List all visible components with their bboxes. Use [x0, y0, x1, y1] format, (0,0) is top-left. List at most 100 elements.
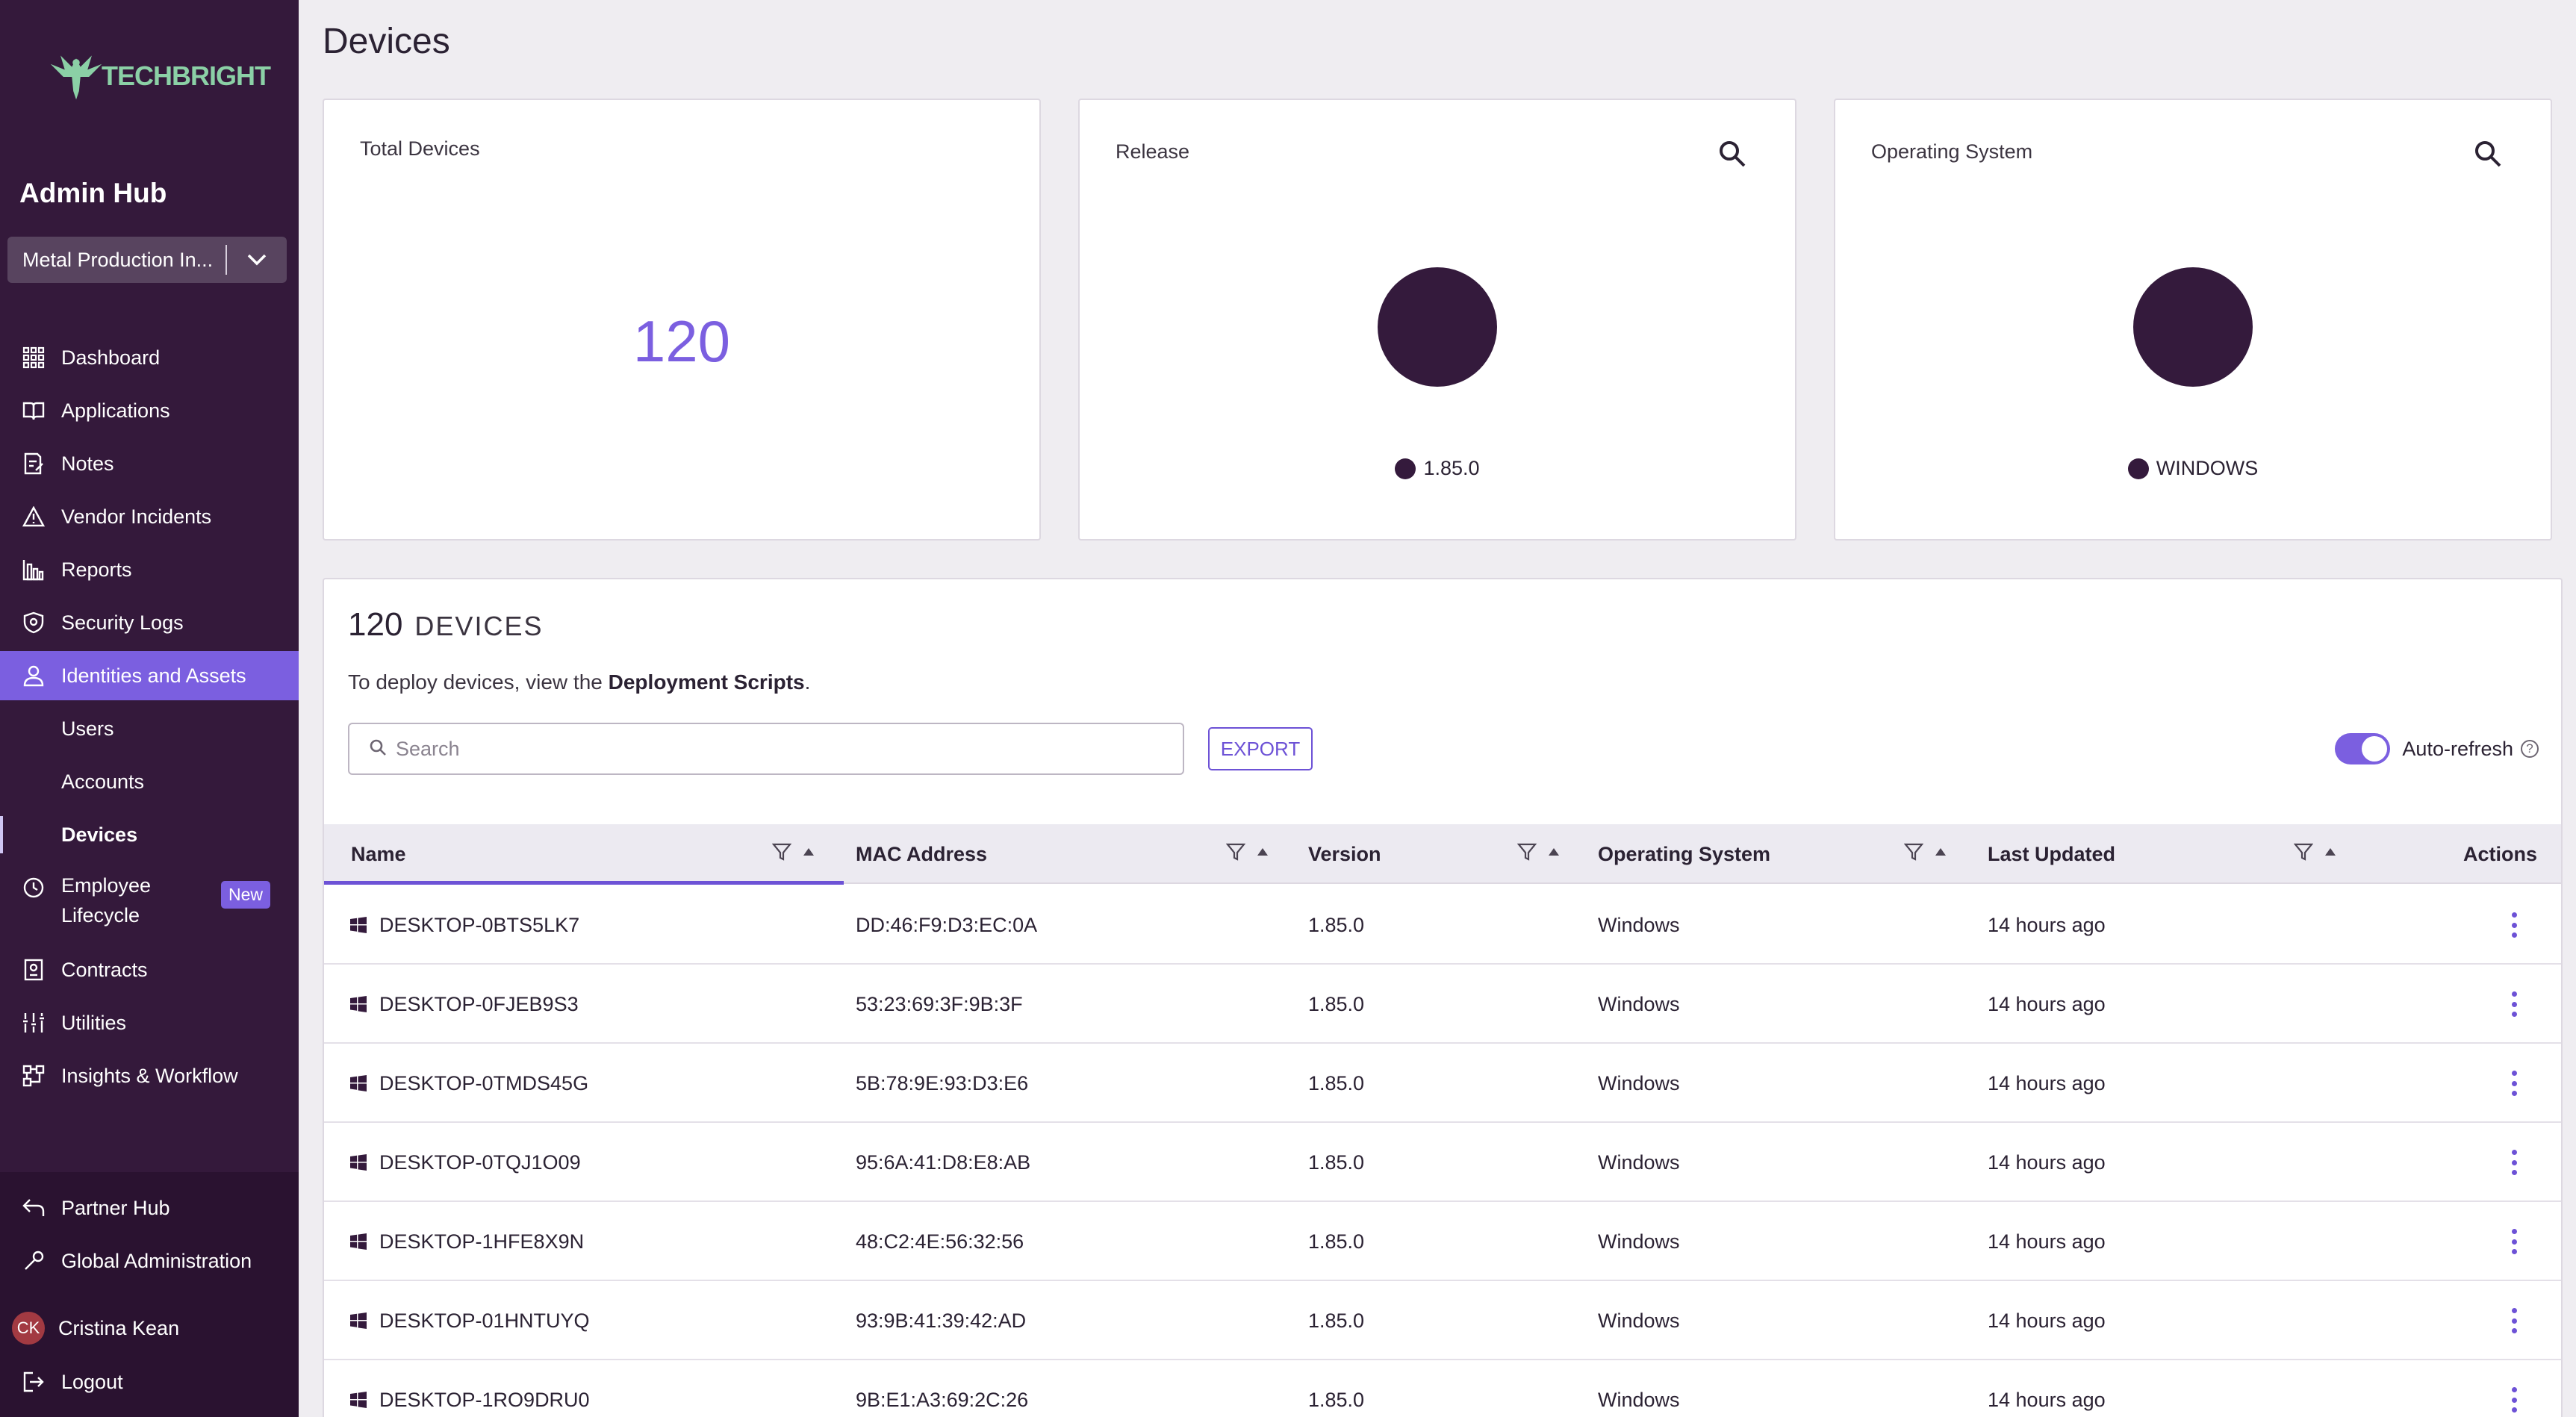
avatar: CK — [12, 1312, 45, 1345]
legend-label: 1.85.0 — [1423, 457, 1480, 479]
table-row[interactable]: DESKTOP-0BTS5LK7 DD:46:F9:D3:EC:0A 1.85.0 W… — [324, 885, 2561, 965]
column-header-version[interactable]: Version — [1308, 824, 1381, 884]
search-icon[interactable] — [1717, 139, 1747, 169]
devices-count-heading: 120 DEVICES — [348, 606, 543, 644]
sidebar-item-applications[interactable]: Applications — [0, 386, 299, 435]
devices-panel: 120 DEVICES To deploy devices, view the … — [323, 578, 2563, 1417]
filter-icon[interactable] — [771, 842, 792, 865]
device-name-cell[interactable]: DESKTOP-1HFE8X9N — [349, 1202, 584, 1281]
sidebar-item-label: Employee Lifecycle — [61, 871, 151, 930]
version-cell: 1.85.0 — [1308, 1309, 1365, 1332]
table-row[interactable]: DESKTOP-1RO9DRU0 9B:E1:A3:69:2C:26 1.85.0 W… — [324, 1360, 2561, 1417]
table-row[interactable]: DESKTOP-0TMDS45G 5B:78:9E:93:D3:E6 1.85.0 W… — [324, 1044, 2561, 1123]
sidebar-subitem-accounts[interactable]: Accounts — [0, 757, 299, 806]
windows-icon — [349, 1153, 367, 1171]
sidebar-item-contracts[interactable]: Contracts — [0, 945, 299, 994]
auto-refresh-label: Auto-refresh — [2402, 737, 2513, 760]
device-name-cell[interactable]: DESKTOP-0TQJ1O09 — [349, 1123, 581, 1202]
sort-up-icon[interactable] — [1256, 847, 1269, 861]
release-pie-chart[interactable] — [1378, 267, 1497, 387]
more-actions-icon[interactable] — [2510, 1229, 2518, 1254]
logout-icon — [21, 1369, 46, 1395]
windows-icon — [349, 1391, 367, 1409]
sidebar-item-insights-workflow[interactable]: Insights & Workflow — [0, 1051, 299, 1100]
last-updated-cell: 14 hours ago — [1988, 1388, 2106, 1411]
deploy-hint: To deploy devices, view the Deployment S… — [348, 670, 810, 694]
export-button[interactable]: EXPORT — [1208, 727, 1313, 770]
device-name-cell[interactable]: DESKTOP-01HNTUYQ — [349, 1281, 590, 1360]
chevron-down-icon[interactable] — [227, 253, 287, 267]
sidebar-item-notes[interactable]: Notes — [0, 439, 299, 488]
techbright-logo[interactable]: TECHBRIGHT — [46, 46, 271, 106]
help-icon[interactable]: ? — [2521, 740, 2539, 758]
back-arrow-icon — [21, 1195, 46, 1221]
sidebar: TECHBRIGHT Admin Hub Metal Production In… — [0, 0, 299, 1417]
more-actions-icon[interactable] — [2510, 1071, 2518, 1096]
search-input[interactable] — [394, 736, 1144, 762]
sidebar-item-label: Vendor Incidents — [61, 505, 212, 528]
deployment-scripts-link[interactable]: Deployment Scripts — [609, 670, 805, 694]
table-row[interactable]: DESKTOP-0TQJ1O09 95:6A:41:D8:E8:AB 1.85.0 W… — [324, 1123, 2561, 1202]
partner-hub-link[interactable]: Partner Hub — [0, 1183, 299, 1233]
column-tools-version — [1516, 842, 1561, 865]
device-name-cell[interactable]: DESKTOP-0BTS5LK7 — [349, 885, 579, 965]
sort-up-icon[interactable] — [2324, 847, 2337, 861]
more-actions-icon[interactable] — [2510, 912, 2518, 938]
device-name-cell[interactable]: DESKTOP-0TMDS45G — [349, 1044, 588, 1123]
legend-dot — [2127, 458, 2149, 479]
search-field[interactable] — [348, 723, 1184, 775]
logout-link[interactable]: Logout — [0, 1357, 299, 1407]
device-name-cell[interactable]: DESKTOP-0FJEB9S3 — [349, 965, 579, 1044]
sidebar-item-label: Security Logs — [61, 611, 184, 634]
sort-up-icon[interactable] — [1547, 847, 1561, 861]
version-cell: 1.85.0 — [1308, 992, 1365, 1015]
sidebar-item-reports[interactable]: Reports — [0, 545, 299, 594]
sidebar-subitem-label: Users — [61, 717, 114, 740]
table-row[interactable]: DESKTOP-0FJEB9S3 53:23:69:3F:9B:3F 1.85.0 W… — [324, 965, 2561, 1044]
filter-icon[interactable] — [1225, 842, 1246, 865]
sidebar-item-vendor-incidents[interactable]: Vendor Incidents — [0, 492, 299, 541]
device-name: DESKTOP-0BTS5LK7 — [379, 913, 580, 936]
mac-address-cell: 93:9B:41:39:42:AD — [856, 1309, 1027, 1332]
mac-address-cell: 48:C2:4E:56:32:56 — [856, 1230, 1024, 1253]
device-name: DESKTOP-1HFE8X9N — [379, 1230, 585, 1253]
card-title: Total Devices — [360, 137, 480, 160]
user-icon — [21, 663, 46, 688]
os-legend: WINDOWS — [1835, 457, 2551, 480]
more-actions-icon[interactable] — [2510, 1387, 2518, 1413]
sidebar-item-identities-and-assets[interactable]: Identities and Assets — [0, 651, 299, 700]
sort-up-icon[interactable] — [1934, 847, 1947, 861]
user-profile[interactable]: CK Cristina Kean — [0, 1304, 299, 1353]
os-cell: Windows — [1598, 992, 1680, 1015]
table-row[interactable]: DESKTOP-01HNTUYQ 93:9B:41:39:42:AD 1.85.0 W… — [324, 1281, 2561, 1360]
global-administration-link[interactable]: Global Administration — [0, 1236, 299, 1286]
filter-icon[interactable] — [1516, 842, 1537, 865]
more-actions-icon[interactable] — [2510, 1308, 2518, 1333]
new-badge: New — [221, 881, 271, 909]
sort-up-icon[interactable] — [802, 847, 815, 861]
version-cell: 1.85.0 — [1308, 913, 1365, 936]
mac-address-cell: 53:23:69:3F:9B:3F — [856, 992, 1023, 1015]
filter-icon[interactable] — [2293, 842, 2314, 865]
sidebar-item-security-logs[interactable]: Security Logs — [0, 598, 299, 647]
column-header-os[interactable]: Operating System — [1598, 824, 1770, 884]
more-actions-icon[interactable] — [2510, 1150, 2518, 1175]
more-actions-icon[interactable] — [2510, 991, 2518, 1017]
sidebar-subitem-devices[interactable]: Devices — [0, 810, 299, 859]
version-cell: 1.85.0 — [1308, 1230, 1365, 1253]
device-name: DESKTOP-1RO9DRU0 — [379, 1388, 590, 1411]
device-name-cell[interactable]: DESKTOP-1RO9DRU0 — [349, 1360, 590, 1417]
sidebar-subitem-users[interactable]: Users — [0, 704, 299, 753]
search-icon[interactable] — [2473, 139, 2503, 169]
sidebar-item-utilities[interactable]: Utilities — [0, 998, 299, 1047]
column-header-mac[interactable]: MAC Address — [856, 824, 987, 884]
column-header-last-updated[interactable]: Last Updated — [1988, 824, 2115, 884]
auto-refresh-toggle[interactable] — [2335, 733, 2391, 764]
os-pie-chart[interactable] — [2133, 267, 2253, 387]
sidebar-footer: Partner Hub Global Administration CK Cri… — [0, 1172, 299, 1417]
table-row[interactable]: DESKTOP-1HFE8X9N 48:C2:4E:56:32:56 1.85.0 W… — [324, 1202, 2561, 1281]
column-header-name[interactable]: Name — [351, 824, 406, 884]
sidebar-item-dashboard[interactable]: Dashboard — [0, 333, 299, 382]
organization-select[interactable]: Metal Production In... — [7, 237, 287, 283]
filter-icon[interactable] — [1903, 842, 1924, 865]
